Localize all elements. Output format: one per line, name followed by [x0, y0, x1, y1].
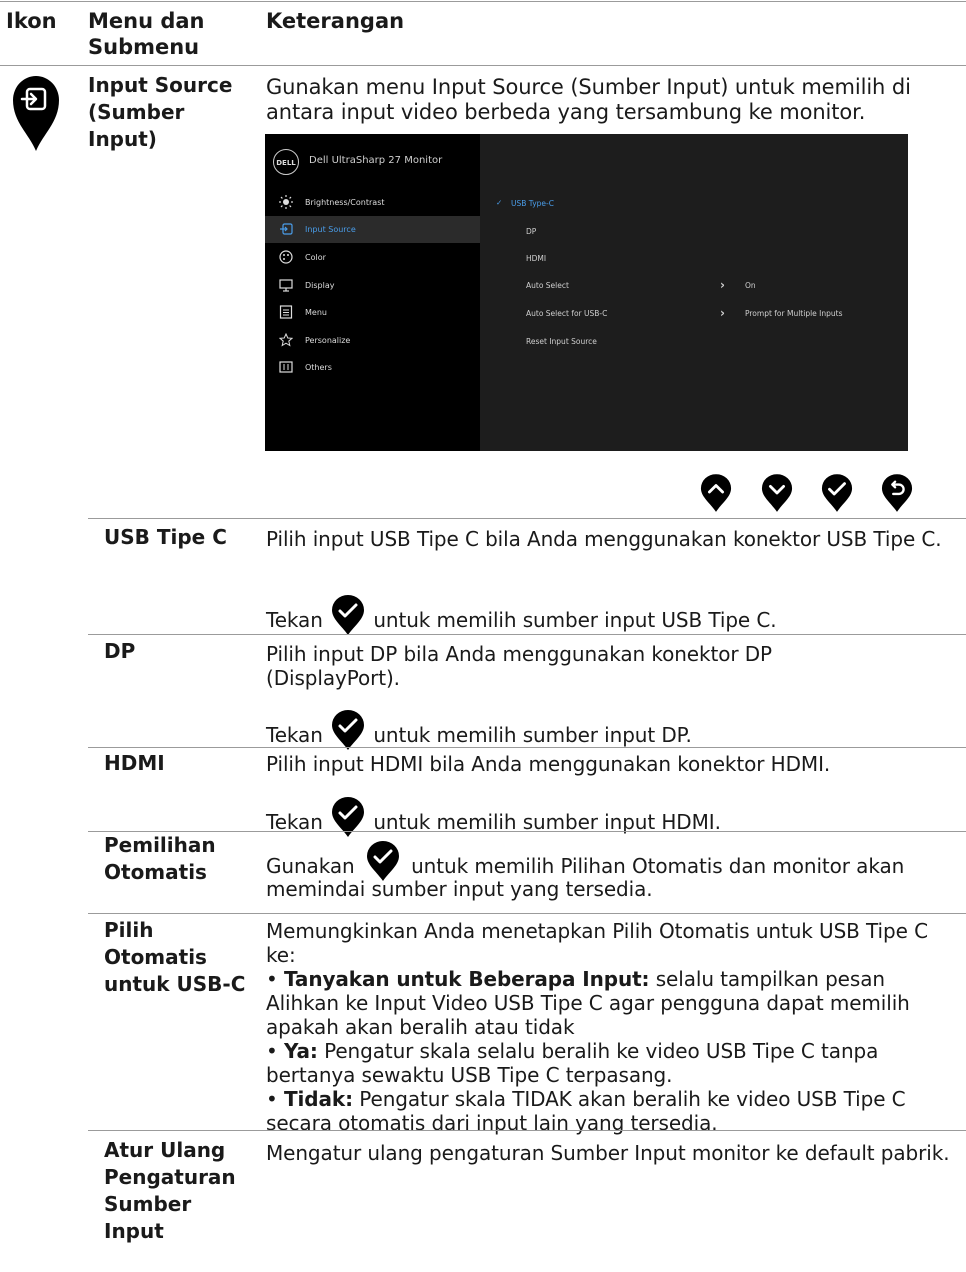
osd-menu-brightness[interactable]: Brightness/Contrast — [265, 189, 480, 216]
use-text: Gunakan — [266, 854, 355, 878]
down-button-icon — [761, 474, 793, 512]
osd-menu-color[interactable]: Color — [265, 244, 480, 271]
osd-option-dp[interactable]: DP — [526, 227, 536, 236]
reset-input-source-label: Atur Ulang Pengaturan Sumber Input — [104, 1138, 236, 1243]
osd-option-usb-type-c[interactable]: USB Type-C — [511, 199, 554, 208]
osd-menu-others[interactable]: Others — [265, 354, 480, 381]
intro-text: Memungkinkan Anda menetapkan Pilih Otoma… — [266, 919, 928, 967]
osd-menu-label: Input Source — [305, 225, 356, 234]
osd-value-auto-select: On — [745, 281, 756, 290]
osd-screenshot: DELL Dell UltraSharp 27 Monitor Brightne… — [265, 134, 908, 451]
hdmi-label: HDMI — [104, 751, 165, 775]
usb-tipe-c-description: Pilih input USB Tipe C bila Anda menggun… — [266, 527, 942, 551]
bullet-multiple-inputs: • Tanyakan untuk Beberapa Input: selalu … — [266, 967, 910, 1039]
bullet-label: Ya: — [283, 1039, 318, 1063]
pemilihan-otomatis-line2: memindai sumber input yang tersedia. — [266, 877, 653, 901]
star-icon — [279, 333, 293, 347]
pemilihan-otomatis-instruction: Gunakan untuk memilih Pilihan Otomatis d… — [266, 841, 966, 881]
others-icon — [279, 361, 293, 373]
osd-option-hdmi[interactable]: HDMI — [526, 254, 546, 263]
auto-select-text: untuk memilih Pilihan Otomatis dan monit… — [411, 854, 905, 878]
usb-tipe-c-press-instruction: Tekan untuk memilih sumber input USB Tip… — [266, 595, 966, 635]
header-icon-col: Ikon — [6, 9, 57, 33]
osd-option-reset[interactable]: Reset Input Source — [526, 337, 597, 346]
bullet-yes: • Ya: Pengatur skala selalu beralih ke v… — [266, 1039, 879, 1087]
osd-menu-personalize[interactable]: Personalize — [265, 327, 480, 354]
osd-menu-menu[interactable]: Menu — [265, 299, 480, 326]
usb-tipe-c-label: USB Tipe C — [104, 525, 227, 549]
osd-menu-label: Personalize — [305, 336, 351, 345]
press-text: Tekan — [266, 608, 323, 632]
check-button-icon — [331, 710, 365, 750]
header-desc-col: Keterangan — [266, 9, 405, 33]
check-button-icon — [366, 841, 400, 881]
pilih-otomatis-usbc-description: Memungkinkan Anda menetapkan Pilih Otoma… — [266, 919, 956, 1135]
osd-menu-label: Others — [305, 363, 332, 372]
osd-option-auto-select[interactable]: Auto Select — [526, 281, 569, 290]
osd-title: Dell UltraSharp 27 Monitor — [309, 155, 443, 166]
pilih-otomatis-usbc-label: Pilih Otomatis untuk USB-C — [104, 918, 246, 996]
color-palette-icon — [279, 250, 293, 264]
chevron-right-icon: › — [720, 278, 725, 292]
check-button-icon — [331, 595, 365, 635]
input-source-description: Gunakan menu Input Source (Sumber Input)… — [266, 75, 911, 124]
bullet-no: • Tidak: Pengatur skala TIDAK akan beral… — [266, 1087, 906, 1135]
input-source-label: Input Source (Sumber Input) — [88, 73, 233, 151]
dp-press-instruction: Tekan untuk memilih sumber input DP. — [266, 710, 966, 750]
osd-menu-label: Menu — [305, 308, 327, 317]
osd-option-auto-select-usbc[interactable]: Auto Select for USB-C — [526, 309, 607, 318]
pemilihan-otomatis-label: Pemilihan Otomatis — [104, 833, 216, 884]
input-source-icon — [280, 223, 293, 235]
back-button-icon — [881, 474, 913, 512]
hdmi-description: Pilih input HDMI bila Anda menggunakan k… — [266, 752, 831, 776]
osd-menu-input-source[interactable]: Input Source — [265, 216, 480, 243]
dp-description: Pilih input DP bila Anda menggunakan kon… — [266, 642, 773, 690]
dell-logo: DELL — [273, 149, 299, 175]
header-menu-col: Menu dan Submenu — [88, 9, 205, 59]
up-button-icon — [700, 474, 732, 512]
check-button-icon — [821, 474, 853, 512]
press-action-text: untuk memilih sumber input DP. — [373, 723, 692, 747]
osd-menu-label: Display — [305, 281, 335, 290]
osd-submenu-panel — [480, 134, 908, 451]
reset-input-source-description: Mengatur ulang pengaturan Sumber Input m… — [266, 1141, 950, 1165]
display-icon — [279, 279, 293, 292]
bullet-text: Pengatur skala TIDAK akan beralih ke vid… — [266, 1087, 906, 1135]
osd-menu-display[interactable]: Display — [265, 272, 480, 299]
press-text: Tekan — [266, 723, 323, 747]
bullet-label: Tidak: — [283, 1087, 353, 1111]
brightness-icon — [279, 195, 293, 209]
osd-menu-label: Brightness/Contrast — [305, 198, 385, 207]
dp-label: DP — [104, 639, 136, 663]
bullet-text: Pengatur skala selalu beralih ke video U… — [266, 1039, 879, 1087]
menu-icon — [279, 305, 293, 319]
press-action-text: untuk memilih sumber input USB Tipe C. — [373, 608, 777, 632]
input-source-icon — [13, 76, 59, 151]
bullet-label: Tanyakan untuk Beberapa Input: — [283, 967, 650, 991]
osd-menu-label: Color — [305, 253, 326, 262]
osd-value-auto-select-usbc: Prompt for Multiple Inputs — [745, 309, 843, 318]
chevron-right-icon: › — [720, 306, 725, 320]
check-icon: ✓ — [496, 198, 503, 207]
